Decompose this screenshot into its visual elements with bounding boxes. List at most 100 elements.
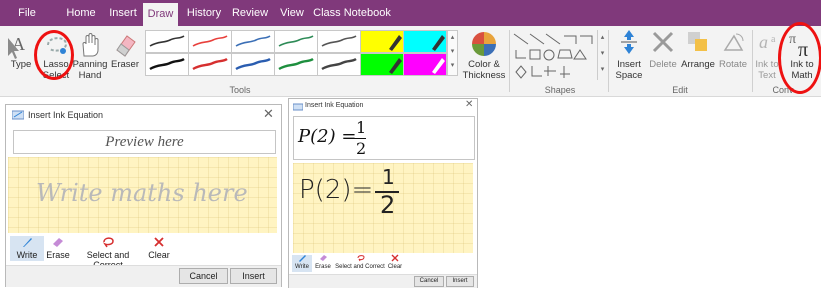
group-tools-label: Tools xyxy=(229,85,251,95)
panning-label-1: Panning xyxy=(72,59,108,70)
handwritten-numerator: 1 xyxy=(382,165,395,189)
tab-view[interactable]: View xyxy=(275,0,309,26)
preview-text: Preview here xyxy=(105,134,184,150)
pen-black-thin[interactable] xyxy=(145,30,189,53)
color-thickness-label-2: Thickness xyxy=(462,70,506,81)
insert-space-icon xyxy=(621,30,637,54)
tab-file[interactable]: File xyxy=(8,0,46,26)
shapes-gallery[interactable] xyxy=(512,30,598,80)
erase-tool[interactable]: Erase xyxy=(313,254,333,270)
insert-ink-equation-dialog-result: Insert Ink Equation ✕ P(2) = 1 2 P(2)= 1… xyxy=(288,98,478,288)
tab-review[interactable]: Review xyxy=(229,0,271,26)
type-label: Type xyxy=(10,59,32,70)
highlighter-yellow[interactable] xyxy=(360,30,404,53)
handwritten-lhs: P(2)= xyxy=(299,175,374,205)
insert-space-label-1: Insert xyxy=(617,59,641,70)
cancel-button[interactable]: Cancel xyxy=(414,276,444,287)
clear-x-icon xyxy=(391,254,399,262)
color-thickness-button[interactable] xyxy=(470,30,498,58)
highlighter-green[interactable] xyxy=(360,53,404,76)
dialog-app-icon xyxy=(12,110,24,120)
shapes-gallery-scroll[interactable]: ▴ ▾ ▾ xyxy=(597,30,607,80)
color-thickness-label-1: Color & xyxy=(468,59,500,70)
eraser-button[interactable] xyxy=(113,32,137,58)
dialog-app-icon xyxy=(293,103,303,111)
ink-to-text-label-2: Text xyxy=(758,70,776,81)
delete-label: Delete xyxy=(649,59,677,70)
pen-red-thin[interactable] xyxy=(188,30,232,53)
tab-class-notebook[interactable]: Class Notebook xyxy=(311,0,393,26)
write-label: Write xyxy=(295,264,309,270)
type-button[interactable]: A xyxy=(6,32,26,60)
arrange-button[interactable] xyxy=(686,30,710,54)
preview-box: Preview here xyxy=(13,130,276,154)
pen-black-thick[interactable] xyxy=(145,53,189,76)
pen-gray-thin[interactable] xyxy=(317,30,361,53)
pen-green-thin[interactable] xyxy=(274,30,318,53)
eraser-icon xyxy=(319,255,327,261)
preview-box: P(2) = 1 2 xyxy=(293,116,475,160)
insert-button[interactable]: Insert xyxy=(446,276,474,287)
eraser-icon xyxy=(116,35,136,57)
menu-bar: File Home Insert Draw History Review Vie… xyxy=(0,0,821,26)
select-correct-tool[interactable]: Select and Correct xyxy=(335,254,385,270)
color-wheel-icon xyxy=(472,32,496,56)
clear-tool[interactable]: Clear xyxy=(144,236,174,260)
delete-button[interactable] xyxy=(651,30,675,54)
write-tool[interactable]: Write xyxy=(292,254,312,270)
ink-writing-pad[interactable]: P(2)= 1 2 xyxy=(293,163,473,253)
select-correct-label: Select and Correct xyxy=(335,264,385,270)
panning-label-2: Hand xyxy=(78,70,102,81)
shapes-icon xyxy=(513,33,593,79)
eraser-icon xyxy=(53,238,63,247)
dialog-title: Insert Ink Equation xyxy=(28,110,104,120)
tab-home[interactable]: Home xyxy=(60,0,102,26)
pen-blue-thick[interactable] xyxy=(231,53,275,76)
separator xyxy=(608,30,609,92)
eraser-label: Eraser xyxy=(111,59,139,70)
tab-draw[interactable]: Draw xyxy=(143,3,178,26)
pen-blue-thin[interactable] xyxy=(231,30,275,53)
clear-label: Clear xyxy=(387,264,403,270)
rotate-icon xyxy=(723,33,744,51)
pen-icon xyxy=(299,255,306,262)
dialog-title: Insert Ink Equation xyxy=(305,102,364,109)
pen-green-thick[interactable] xyxy=(274,53,318,76)
svg-text:a: a xyxy=(759,32,768,52)
cancel-button[interactable]: Cancel xyxy=(179,268,228,284)
clear-x-icon xyxy=(154,237,164,247)
rotate-label: Rotate xyxy=(719,59,747,70)
write-label: Write xyxy=(16,250,38,260)
erase-tool[interactable]: Erase xyxy=(42,236,74,260)
close-icon[interactable]: ✕ xyxy=(263,106,274,122)
tab-history[interactable]: History xyxy=(181,0,227,26)
separator xyxy=(509,30,510,92)
pen-gray-thick[interactable] xyxy=(317,53,361,76)
preview-fraction-numerator: 1 xyxy=(356,118,367,137)
preview-fraction-denominator: 2 xyxy=(356,139,367,158)
handwritten-denominator: 2 xyxy=(380,191,396,219)
pen-red-thick[interactable] xyxy=(188,53,232,76)
group-edit-label: Edit xyxy=(672,85,688,95)
insert-space-label-2: Space xyxy=(615,70,643,81)
hand-icon xyxy=(82,33,99,57)
preview-equation-lhs: P(2) = xyxy=(298,126,357,147)
highlighter-cyan[interactable] xyxy=(403,30,447,53)
erase-label: Erase xyxy=(46,250,70,260)
panning-hand-button[interactable] xyxy=(78,32,102,58)
ink-writing-pad[interactable]: Write maths here xyxy=(8,157,277,233)
write-tool[interactable]: Write xyxy=(11,236,43,260)
highlighter-magenta[interactable] xyxy=(403,53,447,76)
clear-label: Clear xyxy=(148,250,170,260)
tab-insert[interactable]: Insert xyxy=(103,0,143,26)
pens-gallery-scroll[interactable]: ▴ ▾ ▾ xyxy=(447,30,458,76)
pad-placeholder: Write maths here xyxy=(36,179,248,207)
close-icon[interactable]: ✕ xyxy=(465,99,473,110)
insert-button[interactable]: Insert xyxy=(230,268,277,284)
svg-text:a: a xyxy=(771,34,776,45)
clear-tool[interactable]: Clear xyxy=(385,254,405,270)
insert-space-button[interactable] xyxy=(618,28,640,56)
arrange-label: Arrange xyxy=(681,59,715,70)
ribbon: A Type Lasso Select Panning Hand Eraser … xyxy=(0,26,821,97)
rotate-button[interactable] xyxy=(722,30,746,54)
